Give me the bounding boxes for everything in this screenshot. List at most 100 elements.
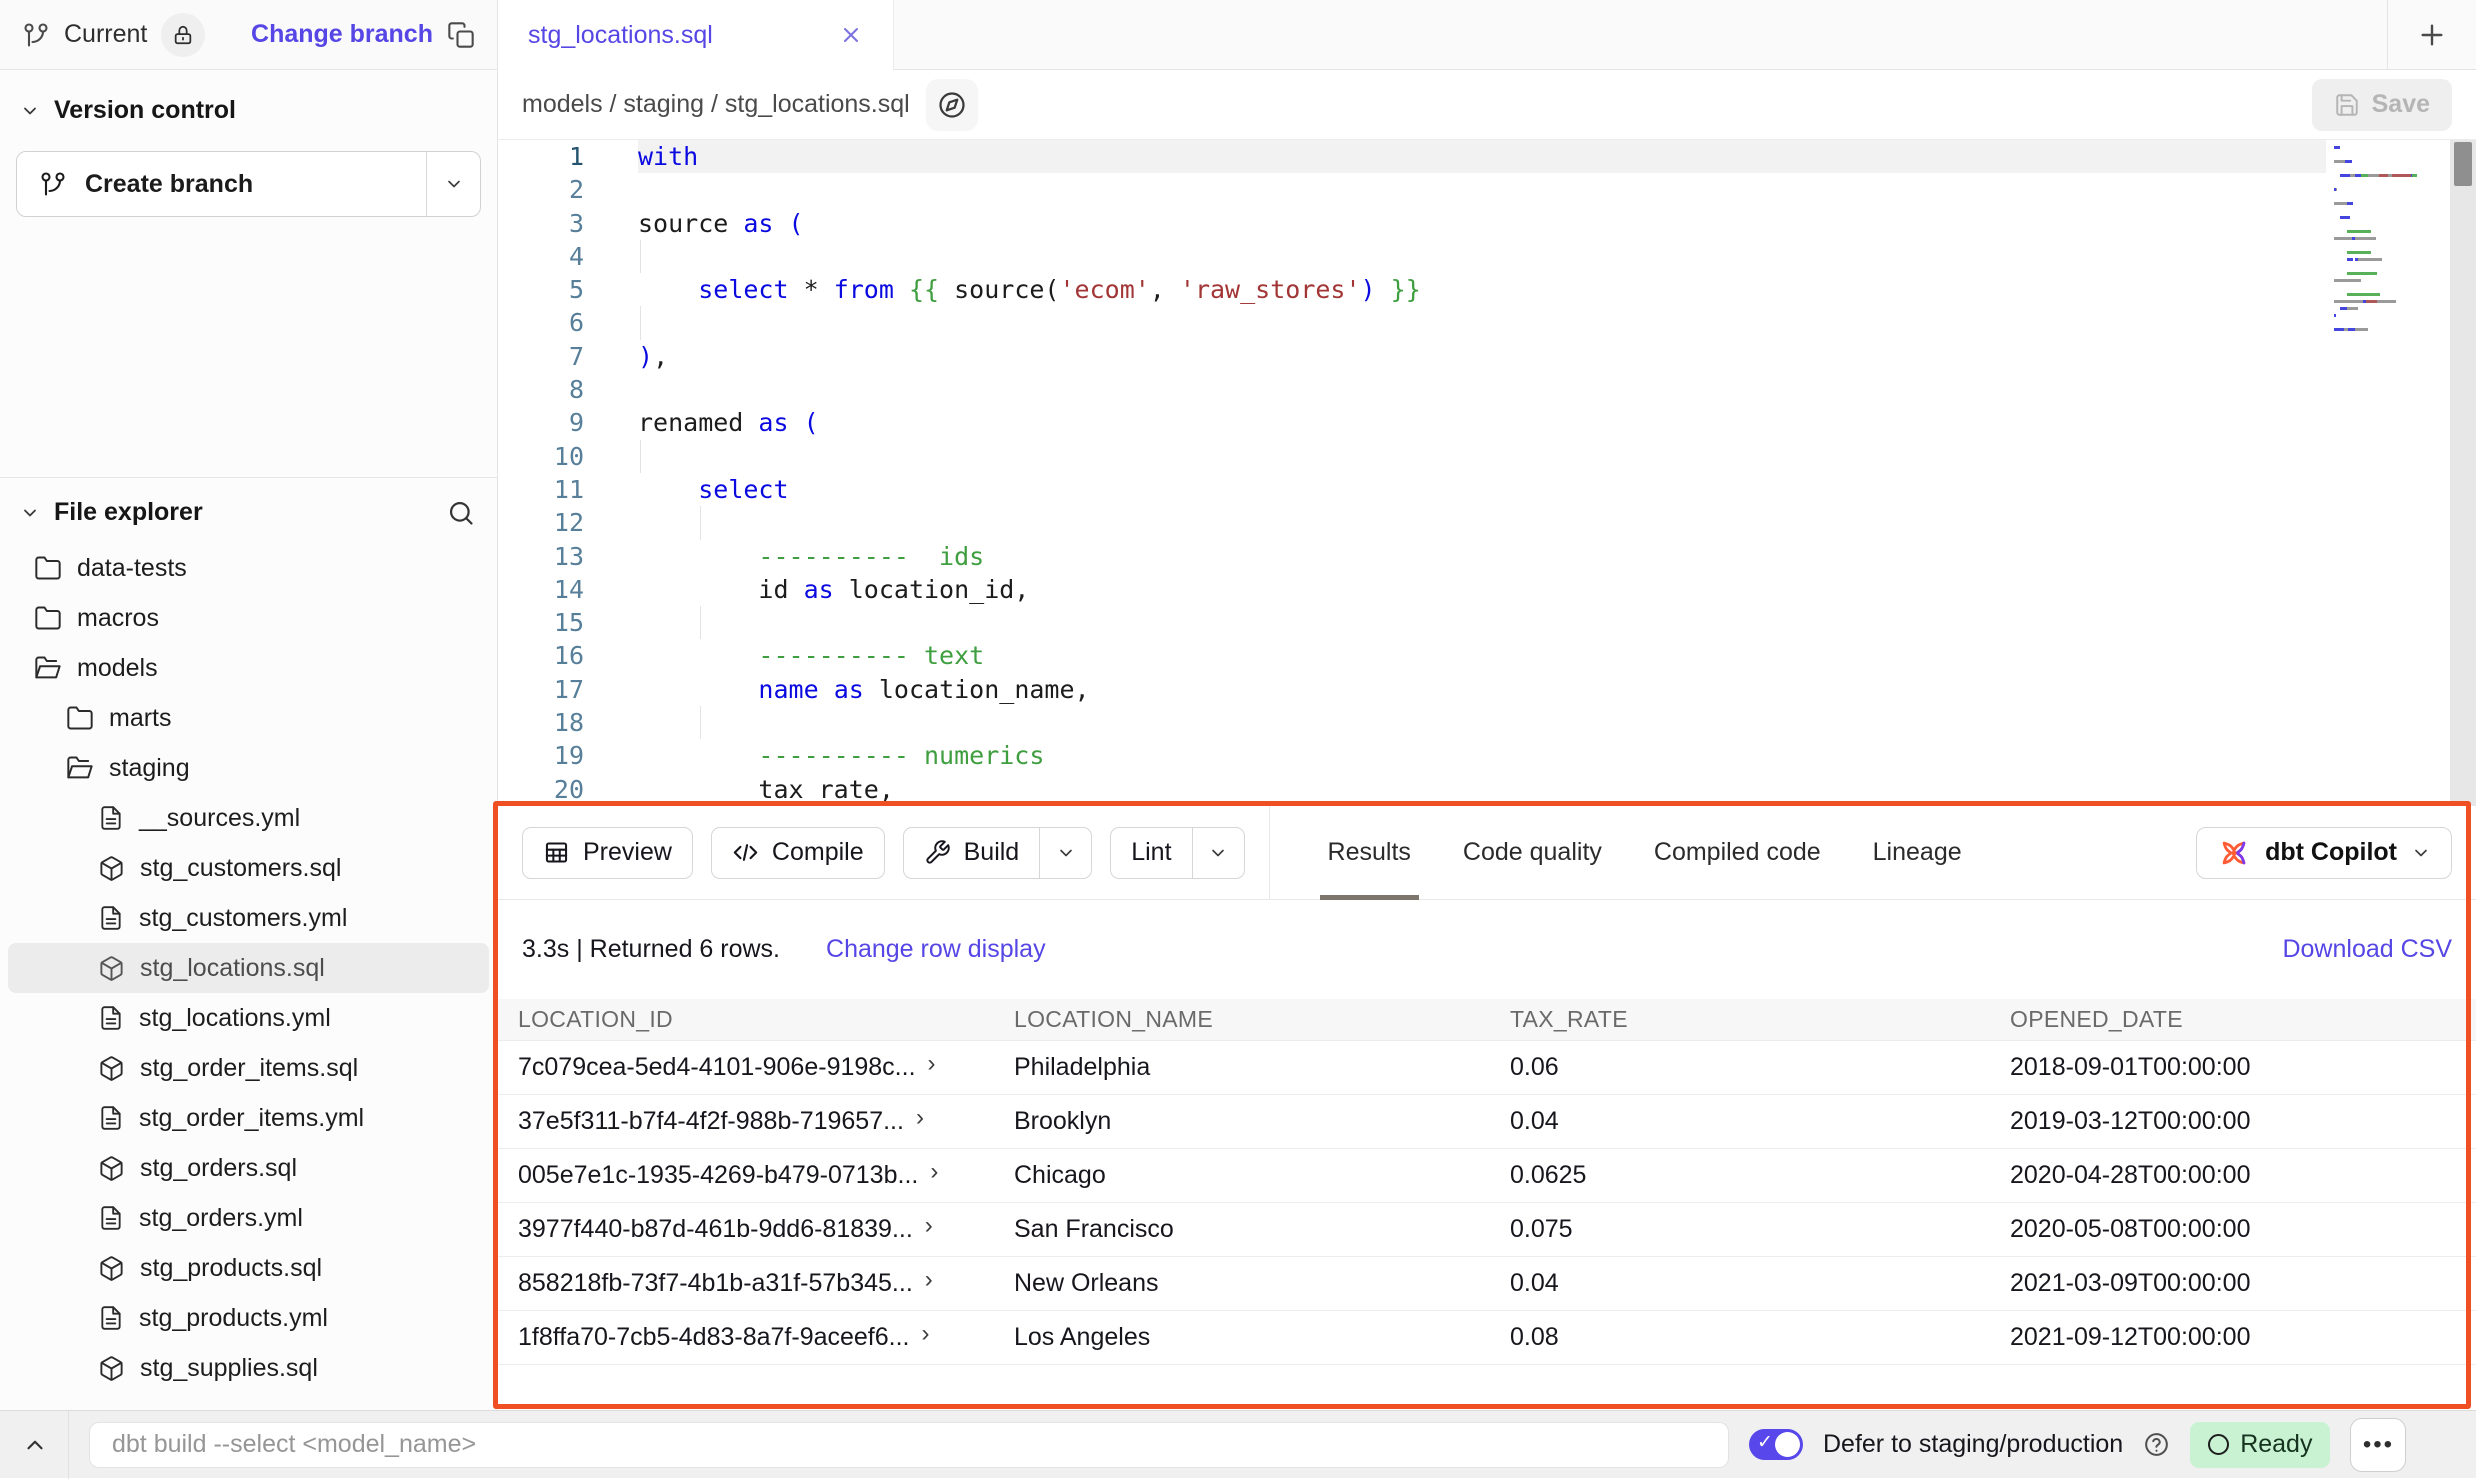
defer-toggle[interactable]: ✓ bbox=[1749, 1429, 1803, 1460]
code-line: id as location_id, bbox=[638, 573, 2326, 606]
ready-ring-icon bbox=[2208, 1434, 2229, 1455]
panel-tab-code-quality[interactable]: Code quality bbox=[1437, 806, 1628, 899]
code-line: ---------- numerics bbox=[638, 739, 2326, 772]
folder-open-icon bbox=[66, 754, 94, 782]
model-icon bbox=[98, 1355, 125, 1382]
expand-cell-icon[interactable]: › bbox=[930, 1158, 938, 1186]
save-button[interactable]: Save bbox=[2312, 79, 2452, 131]
scrollbar-thumb[interactable] bbox=[2454, 142, 2472, 186]
editor-scrollbar[interactable] bbox=[2450, 140, 2476, 806]
line-number: 15 bbox=[498, 606, 600, 639]
table-cell: 2021-09-12T00:00:00 bbox=[1990, 1323, 2476, 1352]
table-cell: New Orleans bbox=[994, 1269, 1490, 1298]
version-control-header[interactable]: Version control bbox=[0, 70, 497, 125]
new-tab-button[interactable] bbox=[2410, 13, 2454, 57]
minimap[interactable] bbox=[2334, 144, 2446, 333]
table-cell: 858218fb-73f7-4b1b-a31f-57b345...› bbox=[498, 1269, 994, 1298]
expand-cell-icon[interactable]: › bbox=[925, 1266, 933, 1294]
file-item[interactable]: models bbox=[8, 643, 489, 693]
expand-cell-icon[interactable]: › bbox=[925, 1212, 933, 1240]
table-cell: 005e7e1c-1935-4269-b479-0713b...› bbox=[498, 1161, 994, 1190]
create-branch-label: Create branch bbox=[85, 170, 253, 199]
file-item[interactable]: stg_order_items.sql bbox=[8, 1043, 489, 1093]
search-icon[interactable] bbox=[447, 499, 475, 527]
model-icon bbox=[98, 1055, 125, 1082]
command-input[interactable]: dbt build --select <model_name> bbox=[89, 1422, 1729, 1468]
code-lines[interactable]: withsource as ( select * from {{ source(… bbox=[638, 140, 2326, 806]
download-csv-link[interactable]: Download CSV bbox=[2282, 935, 2452, 964]
panel-tab-results[interactable]: Results bbox=[1302, 806, 1437, 899]
build-split-button: Build bbox=[903, 827, 1093, 879]
table-cell: 2018-09-01T00:00:00 bbox=[1990, 1053, 2476, 1082]
code-line: ---------- text bbox=[638, 639, 2326, 672]
file-item[interactable]: staging bbox=[8, 743, 489, 793]
file-name: stg_order_items.sql bbox=[140, 1054, 358, 1083]
preview-button[interactable]: Preview bbox=[522, 827, 693, 879]
code-editor[interactable]: 1234567891011121314151617181920 withsour… bbox=[498, 140, 2476, 806]
create-branch-button[interactable]: Create branch bbox=[17, 152, 426, 216]
compile-button[interactable]: Compile bbox=[711, 827, 885, 879]
build-menu-button[interactable] bbox=[1039, 828, 1091, 878]
lint-button[interactable]: Lint bbox=[1111, 828, 1191, 878]
table-cell: 37e5f311-b7f4-4f2f-988b-719657...› bbox=[498, 1107, 994, 1136]
indent-guide bbox=[640, 306, 641, 339]
file-item[interactable]: stg_products.yml bbox=[8, 1293, 489, 1343]
panel-tab-compiled-code[interactable]: Compiled code bbox=[1628, 806, 1847, 899]
file-item[interactable]: stg_customers.sql bbox=[8, 843, 489, 893]
expand-cell-icon[interactable]: › bbox=[922, 1320, 930, 1348]
line-number: 19 bbox=[498, 739, 600, 772]
file-name: stg_locations.yml bbox=[139, 1004, 331, 1033]
query-stats: 3.3s | Returned 6 rows. bbox=[522, 935, 780, 964]
lock-icon bbox=[172, 24, 194, 46]
file-item[interactable]: marts bbox=[8, 693, 489, 743]
expand-cell-icon[interactable]: › bbox=[916, 1104, 924, 1132]
tab-stg-locations-sql[interactable]: stg_locations.sql bbox=[498, 0, 894, 70]
collapse-panel-button[interactable] bbox=[22, 1432, 48, 1458]
file-item[interactable]: stg_locations.yml bbox=[8, 993, 489, 1043]
file-item[interactable]: stg_products.sql bbox=[8, 1243, 489, 1293]
file-item[interactable]: macros bbox=[8, 593, 489, 643]
change-row-display-link[interactable]: Change row display bbox=[826, 935, 1046, 964]
file-item[interactable]: stg_order_items.yml bbox=[8, 1093, 489, 1143]
build-button[interactable]: Build bbox=[904, 828, 1040, 878]
table-cell: 0.04 bbox=[1490, 1107, 1990, 1136]
chevron-down-icon bbox=[20, 101, 40, 121]
table-cell: Brooklyn bbox=[994, 1107, 1490, 1136]
file-explorer-section: File explorer data-testsmacrosmodelsmart… bbox=[0, 478, 497, 1393]
line-number: 8 bbox=[498, 373, 600, 406]
plus-icon bbox=[2416, 19, 2448, 51]
statusbar-divider bbox=[68, 1411, 69, 1479]
expand-cell-icon[interactable]: › bbox=[928, 1050, 936, 1078]
branch-bar: Current Change branch bbox=[0, 0, 497, 70]
model-icon bbox=[98, 855, 125, 882]
editor-tab-bar: stg_locations.sql bbox=[498, 0, 2476, 70]
change-branch-link[interactable]: Change branch bbox=[251, 20, 433, 49]
panel-tab-lineage[interactable]: Lineage bbox=[1847, 806, 1988, 899]
file-item[interactable]: stg_customers.yml bbox=[8, 893, 489, 943]
file-name: stg_customers.yml bbox=[139, 904, 347, 933]
file-name: staging bbox=[109, 754, 190, 783]
file-item[interactable]: __sources.yml bbox=[8, 793, 489, 843]
file-item[interactable]: stg_orders.sql bbox=[8, 1143, 489, 1193]
file-explorer-header[interactable]: File explorer bbox=[0, 498, 497, 543]
lint-menu-button[interactable] bbox=[1192, 828, 1244, 878]
copy-branch-icon[interactable] bbox=[447, 21, 475, 49]
create-branch-menu-button[interactable] bbox=[426, 152, 480, 216]
line-number: 12 bbox=[498, 506, 600, 539]
defer-label: Defer to staging/production bbox=[1823, 1430, 2123, 1459]
file-item[interactable]: stg_locations.sql bbox=[8, 943, 489, 993]
file-item[interactable]: stg_supplies.sql bbox=[8, 1343, 489, 1393]
table-row: 858218fb-73f7-4b1b-a31f-57b345...›New Or… bbox=[498, 1257, 2476, 1311]
indent-guide bbox=[640, 440, 641, 473]
close-icon[interactable] bbox=[839, 23, 863, 47]
file-item[interactable]: stg_orders.yml bbox=[8, 1193, 489, 1243]
code-line: renamed as ( bbox=[638, 406, 2326, 439]
more-options-button[interactable]: ••• bbox=[2350, 1418, 2406, 1472]
help-icon[interactable] bbox=[2143, 1431, 2170, 1458]
file-item[interactable]: data-tests bbox=[8, 543, 489, 593]
code-line bbox=[638, 240, 2326, 273]
file-icon bbox=[98, 1305, 124, 1331]
table-row: 37e5f311-b7f4-4f2f-988b-719657...›Brookl… bbox=[498, 1095, 2476, 1149]
explore-docs-button[interactable] bbox=[926, 79, 978, 131]
dbt-copilot-button[interactable]: dbt Copilot bbox=[2196, 827, 2452, 879]
